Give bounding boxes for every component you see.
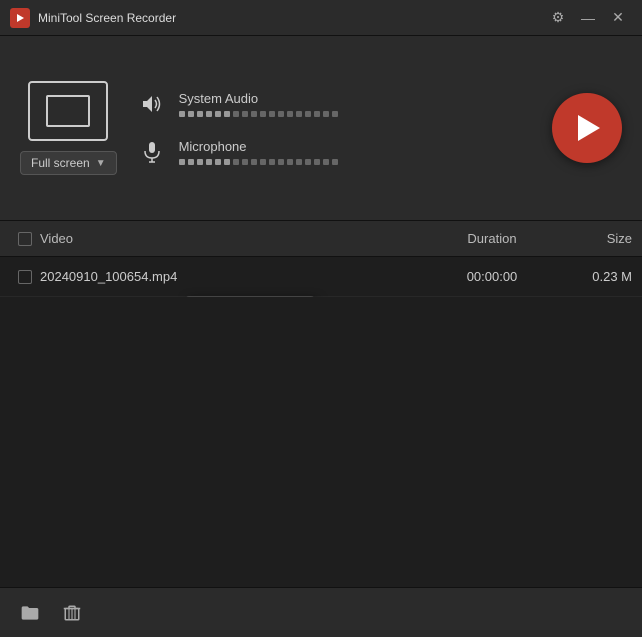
size-cell: 0.23 M [552, 269, 632, 284]
top-panel: Full screen ▼ System Audio [0, 36, 642, 221]
dot [323, 111, 329, 117]
app-title: MiniTool Screen Recorder [38, 11, 544, 25]
title-bar: MiniTool Screen Recorder ⚙ — ✕ [0, 0, 642, 36]
dot [287, 111, 293, 117]
duration-column-header: Duration [432, 231, 552, 246]
system-audio-row: System Audio [137, 89, 532, 119]
dot [278, 159, 284, 165]
record-button[interactable] [552, 93, 622, 163]
capture-area: Full screen ▼ [20, 81, 117, 175]
row-checkbox[interactable] [18, 270, 32, 284]
dot [197, 159, 203, 165]
dot [269, 111, 275, 117]
settings-button[interactable]: ⚙ [544, 4, 572, 32]
dot [215, 159, 221, 165]
delete-button[interactable] [58, 599, 86, 627]
table-row[interactable]: 20240910_100654.mp4 00:00:00 0.23 M [0, 257, 642, 297]
microphone-level [179, 159, 532, 165]
header-checkbox-cell [10, 232, 40, 246]
microphone-section: Microphone [179, 139, 532, 165]
speaker-icon [137, 89, 167, 119]
dot [188, 159, 194, 165]
dot [332, 111, 338, 117]
microphone-label: Microphone [179, 139, 532, 154]
bottom-bar [0, 587, 642, 637]
dot [305, 159, 311, 165]
dot [296, 111, 302, 117]
dot [179, 111, 185, 117]
open-folder-button[interactable] [16, 599, 44, 627]
dot [305, 111, 311, 117]
filename-cell: 20240910_100654.mp4 [40, 269, 432, 284]
file-table: Video Duration Size 20240910_100654.mp4 … [0, 221, 642, 297]
screen-icon [28, 81, 108, 141]
dot [314, 111, 320, 117]
close-button[interactable]: ✕ [604, 4, 632, 32]
dot [179, 159, 185, 165]
dot [251, 159, 257, 165]
dot [233, 159, 239, 165]
microphone-row: Microphone [137, 137, 532, 167]
duration-cell: 00:00:00 [432, 269, 552, 284]
dot [242, 159, 248, 165]
dot [314, 159, 320, 165]
dot [332, 159, 338, 165]
table-header: Video Duration Size [0, 221, 642, 257]
dot [188, 111, 194, 117]
dot [233, 111, 239, 117]
capture-mode-dropdown[interactable]: Full screen ▼ [20, 151, 117, 175]
microphone-icon [137, 137, 167, 167]
dot [287, 159, 293, 165]
dot [323, 159, 329, 165]
dot [206, 111, 212, 117]
row-checkbox-cell [10, 270, 40, 284]
play-icon [578, 115, 600, 141]
app-logo [10, 8, 30, 28]
audio-section: System Audio [137, 89, 532, 167]
window-controls: ⚙ — ✕ [544, 4, 632, 32]
dot [224, 111, 230, 117]
video-column-header: Video [40, 231, 432, 246]
capture-mode-label: Full screen [31, 156, 90, 170]
size-column-header: Size [552, 231, 632, 246]
dot [242, 111, 248, 117]
dot [278, 111, 284, 117]
dot [197, 111, 203, 117]
dot [260, 159, 266, 165]
minimize-button[interactable]: — [574, 4, 602, 32]
dot [251, 111, 257, 117]
dot [296, 159, 302, 165]
dot [224, 159, 230, 165]
dot [269, 159, 275, 165]
dot [206, 159, 212, 165]
system-audio-section: System Audio [179, 91, 532, 117]
dot [215, 111, 221, 117]
dot [260, 111, 266, 117]
select-all-checkbox[interactable] [18, 232, 32, 246]
system-audio-level [179, 111, 532, 117]
context-menu: Preview Select all Delete Rename Open fo… [185, 296, 315, 297]
chevron-down-icon: ▼ [96, 158, 106, 169]
system-audio-label: System Audio [179, 91, 532, 106]
